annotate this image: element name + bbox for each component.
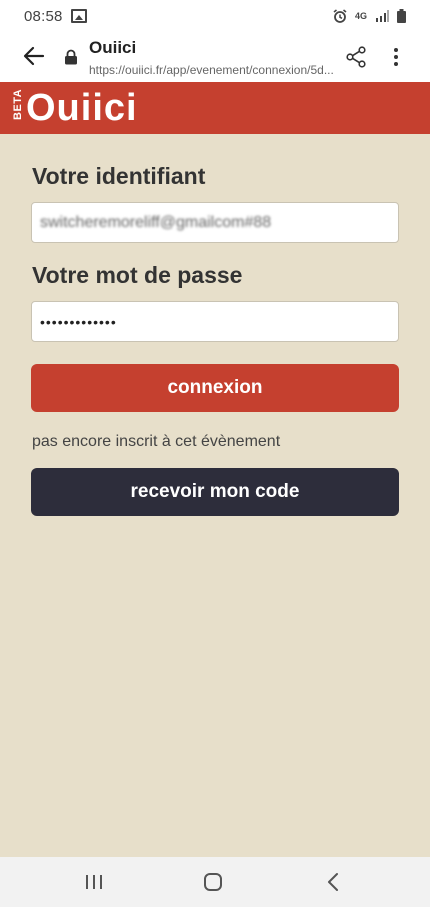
image-notification-icon bbox=[70, 9, 87, 23]
password-label: Votre mot de passe bbox=[32, 262, 243, 288]
battery-icon bbox=[397, 9, 406, 23]
identifier-input[interactable]: switcheremoreliff@gmailcom#88 bbox=[31, 202, 399, 243]
page-url[interactable]: https://ouiici.fr/app/evenement/connexio… bbox=[89, 63, 341, 77]
recents-icon[interactable] bbox=[82, 870, 106, 894]
back-arrow-icon[interactable] bbox=[22, 44, 46, 68]
site-header: BETA Ouiici bbox=[0, 82, 430, 134]
home-icon[interactable] bbox=[201, 870, 225, 894]
receive-code-button[interactable]: recevoir mon code bbox=[31, 468, 399, 516]
site-logo[interactable]: Ouiici bbox=[26, 86, 138, 130]
alarm-icon bbox=[333, 9, 347, 23]
login-button[interactable]: connexion bbox=[31, 364, 399, 412]
identifier-label: Votre identifiant bbox=[32, 163, 206, 189]
not-registered-text: pas encore inscrit à cet évènement bbox=[32, 433, 281, 450]
page-title: Ouiici bbox=[89, 38, 137, 57]
identifier-value: switcheremoreliff@gmailcom#88 bbox=[40, 213, 272, 231]
signal-icon bbox=[376, 10, 389, 22]
status-bar: 08:58 4G bbox=[0, 0, 430, 32]
password-input[interactable]: ••••••••••••• bbox=[31, 301, 399, 342]
browser-toolbar: Ouiici https://ouiici.fr/app/evenement/c… bbox=[0, 32, 430, 82]
password-value: ••••••••••••• bbox=[40, 313, 117, 330]
status-time: 08:58 bbox=[24, 7, 63, 25]
share-icon[interactable] bbox=[345, 46, 367, 68]
network-type: 4G bbox=[354, 10, 367, 21]
nav-back-icon[interactable] bbox=[322, 870, 346, 894]
system-nav-bar bbox=[0, 857, 430, 907]
more-options-icon[interactable] bbox=[388, 46, 404, 68]
status-left: 08:58 bbox=[24, 8, 87, 25]
lock-icon[interactable] bbox=[64, 49, 78, 65]
status-right: 4G bbox=[333, 9, 406, 23]
beta-badge: BETA bbox=[12, 88, 24, 120]
